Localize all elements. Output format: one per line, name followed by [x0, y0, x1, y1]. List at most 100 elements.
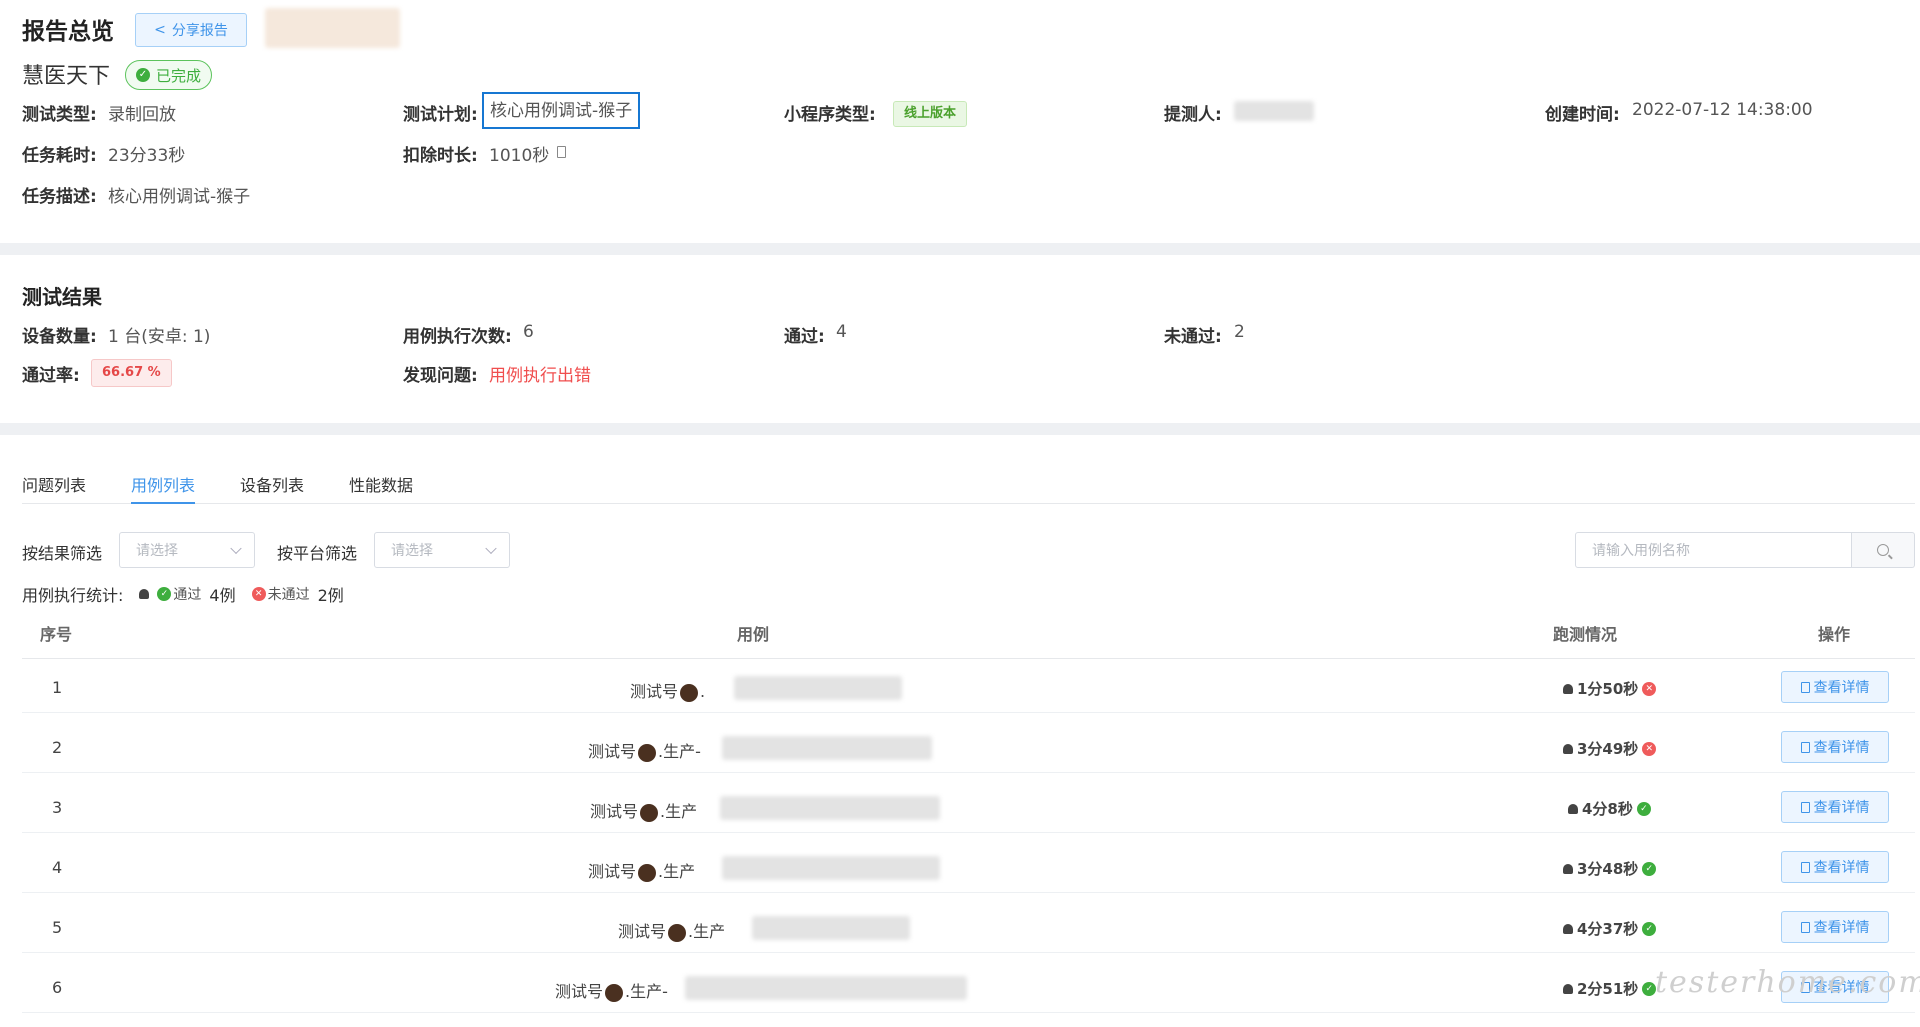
desc-value: 核心用例调试-猴子	[108, 187, 251, 207]
case-name: 测试号 .生产-	[555, 978, 668, 1002]
pass-rate-tag: 66.67 %	[91, 359, 172, 387]
exec-count-label: 用例执行次数:	[403, 327, 512, 347]
chevron-down-icon	[485, 542, 497, 555]
search-icon	[1877, 544, 1889, 556]
case-name-redacted	[734, 676, 902, 700]
submitter-label: 提测人:	[1164, 105, 1222, 125]
case-prefix: 测试号	[630, 682, 679, 701]
android-icon	[1563, 743, 1573, 754]
view-detail-button[interactable]: 查看详情	[1781, 671, 1889, 703]
android-icon	[1568, 803, 1578, 814]
result-filter-select[interactable]: 请选择	[119, 532, 255, 568]
case-search-input[interactable]: 请输入用例名称	[1575, 532, 1852, 568]
monkey-icon	[638, 863, 657, 882]
view-detail-label: 查看详情	[1813, 860, 1870, 876]
row-index: 4	[52, 858, 63, 877]
pass-rate-label: 通过率:	[22, 366, 80, 386]
document-icon	[1800, 861, 1810, 873]
run-status: 4分37秒 ✓	[1563, 918, 1657, 939]
fail-count: 2例	[317, 586, 344, 605]
submitter-redacted	[1234, 101, 1314, 121]
row-index: 6	[52, 978, 63, 997]
run-status: 3分48秒 ✓	[1563, 858, 1657, 879]
fail-text: 未通过	[267, 587, 310, 603]
tab-issues[interactable]: 问题列表	[22, 472, 86, 496]
exec-stats-label: 用例执行统计:	[22, 586, 124, 605]
case-suffix: .生产-	[625, 982, 668, 1001]
issues-link[interactable]: 用例执行出错	[489, 361, 591, 386]
calculator-icon[interactable]	[557, 146, 566, 158]
monkey-icon	[680, 683, 699, 702]
share-report-button[interactable]: < 分享报告	[135, 13, 247, 47]
search-button[interactable]	[1852, 532, 1915, 568]
tab-cases[interactable]: 用例列表	[131, 472, 195, 496]
tab-performance[interactable]: 性能数据	[349, 472, 413, 496]
view-detail-button[interactable]: 查看详情	[1781, 911, 1889, 943]
check-circle-icon: ✓	[1642, 921, 1657, 936]
view-detail-label: 查看详情	[1813, 740, 1870, 756]
row-index: 3	[52, 798, 63, 817]
run-status: 1分50秒 ✕	[1563, 678, 1657, 699]
share-label: 分享报告	[171, 23, 228, 39]
x-circle-icon: ✕	[1642, 681, 1657, 696]
section-divider-2	[0, 423, 1920, 435]
case-name-redacted	[685, 976, 967, 1000]
duration-value: 23分33秒	[108, 146, 186, 166]
table-row: 5 测试号 .生产 4分37秒 ✓ 查看详情	[22, 904, 1915, 953]
page-title: 报告总览	[22, 19, 114, 45]
check-circle-icon: ✓	[136, 68, 150, 82]
platform-filter-select[interactable]: 请选择	[374, 532, 510, 568]
document-icon	[1800, 921, 1810, 933]
view-detail-label: 查看详情	[1813, 680, 1870, 696]
android-icon	[1563, 863, 1573, 874]
mini-type-tag: 线上版本	[893, 101, 968, 127]
monkey-icon	[638, 743, 657, 762]
x-circle-icon: ✕	[251, 587, 266, 601]
exec-stats: 用例执行统计: ✓ 通过 4例 ✕ 未通过 2例	[22, 582, 344, 606]
results-title: 测试结果	[22, 285, 102, 309]
case-name: 测试号 .生产	[618, 918, 725, 942]
view-detail-button[interactable]: 查看详情	[1781, 851, 1889, 883]
monkey-icon	[640, 803, 659, 822]
case-name: 测试号 .生产	[590, 798, 697, 822]
test-type-label: 测试类型:	[22, 105, 97, 125]
run-duration: 3分49秒	[1577, 740, 1639, 758]
view-detail-label: 查看详情	[1813, 920, 1870, 936]
run-status: 3分49秒 ✕	[1563, 738, 1657, 759]
test-plan-value[interactable]: 核心用例调试-猴子	[482, 92, 641, 129]
deduct-value: 1010秒	[489, 146, 550, 166]
case-name-redacted	[752, 916, 910, 940]
redacted-area	[265, 8, 400, 48]
case-name-redacted	[722, 856, 940, 880]
mini-type-label: 小程序类型:	[784, 105, 876, 125]
run-status: 4分8秒 ✓	[1568, 798, 1651, 819]
platform-filter-label: 按平台筛选	[277, 544, 358, 563]
monkey-icon	[605, 983, 624, 1002]
x-circle-icon: ✕	[1642, 741, 1657, 756]
case-name: 测试号.	[630, 678, 705, 702]
case-prefix: 测试号	[588, 862, 637, 881]
check-circle-icon: ✓	[157, 587, 172, 601]
view-detail-button[interactable]: 查看详情	[1781, 731, 1889, 763]
monkey-icon	[668, 923, 687, 942]
pass-text: 通过	[173, 587, 202, 603]
status-text: 已完成	[156, 66, 202, 85]
search-placeholder: 请输入用例名称	[1592, 543, 1690, 559]
document-icon	[1800, 801, 1810, 813]
created-value: 2022-07-12 14:38:00	[1632, 100, 1813, 120]
run-status: 2分51秒 ✓	[1563, 978, 1657, 999]
case-prefix: 测试号	[618, 922, 667, 941]
android-icon	[1563, 923, 1573, 934]
case-suffix: .生产	[688, 922, 726, 941]
android-icon	[139, 589, 150, 599]
view-detail-button[interactable]: 查看详情	[1781, 791, 1889, 823]
device-count-value: 1 台(安卓: 1)	[108, 327, 211, 347]
run-duration: 2分51秒	[1577, 980, 1639, 998]
table-row: 3 测试号 .生产 4分8秒 ✓ 查看详情	[22, 784, 1915, 833]
tab-devices[interactable]: 设备列表	[240, 472, 304, 496]
check-circle-icon: ✓	[1642, 861, 1657, 876]
check-circle-icon: ✓	[1636, 801, 1651, 816]
col-header-run: 跑测情况	[1553, 625, 1618, 644]
col-header-index: 序号	[40, 625, 73, 644]
fail-label: 未通过:	[1164, 327, 1222, 347]
